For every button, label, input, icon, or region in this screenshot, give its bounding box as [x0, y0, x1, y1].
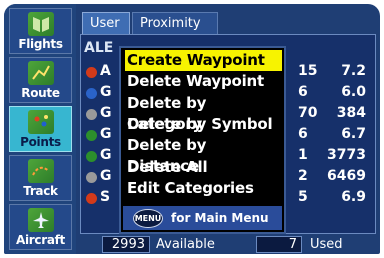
waypoint-symbol-icon: [86, 88, 97, 99]
waypoint-distance: 2: [298, 168, 308, 184]
waypoint-distance: 70: [298, 105, 318, 121]
menu-item[interactable]: Delete Waypoint: [125, 71, 282, 92]
waypoint-name: A: [100, 63, 111, 79]
waypoint-symbol-icon: [86, 151, 97, 162]
menu-item[interactable]: Edit Categories: [125, 178, 282, 199]
waypoint-value: 384: [336, 105, 366, 121]
route-map-icon: [28, 61, 54, 85]
sidebar-item-label: Flights: [18, 37, 63, 51]
sidebar-item-label: Track: [23, 184, 58, 198]
waypoint-distance: 5: [298, 189, 308, 205]
waypoint-name: G: [100, 105, 112, 121]
waypoint-value: 6.7: [341, 126, 366, 142]
sidebar-item-label: Aircraft: [15, 233, 65, 247]
sidebar-item-aircraft[interactable]: Aircraft: [9, 204, 72, 250]
sidebar-item-points[interactable]: Points: [9, 106, 72, 152]
menu-item[interactable]: Delete by Distance: [125, 135, 282, 175]
waypoint-symbol-icon: [86, 67, 97, 78]
waypoint-value: 6469: [327, 168, 366, 184]
used-count: 7: [256, 236, 302, 253]
footer-bar: 2993 Available 7 Used: [80, 234, 376, 254]
menu-hint-label: for Main Menu: [171, 211, 269, 225]
waypoint-name: G: [100, 126, 112, 142]
waypoint-name: G: [100, 168, 112, 184]
waypoint-name: G: [100, 84, 112, 100]
available-label: Available: [156, 237, 215, 252]
waypoint-value: 7.2: [341, 63, 366, 79]
waypoint-value: 6.0: [341, 84, 366, 100]
search-text[interactable]: ALE: [84, 38, 113, 58]
options-menu: Create Waypoint Delete Waypoint Delete by …: [119, 46, 286, 234]
tab-user[interactable]: User: [82, 12, 130, 34]
waypoint-value: 6.9: [341, 189, 366, 205]
sidebar-item-track[interactable]: Track: [9, 155, 72, 201]
gps-screen: Flights Route Points Track Aircraft User…: [4, 4, 380, 254]
waypoint-symbol-icon: [86, 193, 97, 204]
waypoint-symbol-icon: [86, 109, 97, 120]
flights-book-icon: [28, 12, 54, 36]
menu-item[interactable]: Delete by Symbol: [125, 114, 282, 135]
points-map-icon: [28, 110, 54, 134]
tab-proximity[interactable]: Proximity: [132, 12, 218, 34]
used-label: Used: [310, 237, 343, 252]
waypoint-distance: 15: [298, 63, 318, 79]
sidebar-item-label: Points: [20, 135, 61, 149]
menu-item[interactable]: Create Waypoint: [125, 50, 282, 71]
sidebar-item-flights[interactable]: Flights: [9, 8, 72, 54]
waypoint-name: G: [100, 147, 112, 163]
sidebar-item-label: Route: [21, 86, 60, 100]
track-icon: [28, 159, 54, 183]
menu-item[interactable]: Delete by Category: [125, 93, 282, 133]
waypoint-distance: 6: [298, 84, 308, 100]
waypoint-distance: 1: [298, 147, 308, 163]
menu-item[interactable]: Delete All: [125, 157, 282, 178]
waypoint-name: S: [100, 189, 111, 205]
available-count: 2993: [102, 236, 150, 253]
aircraft-icon: [28, 208, 54, 232]
waypoint-symbol-icon: [86, 172, 97, 183]
waypoint-value: 3773: [327, 147, 366, 163]
sidebar-item-route[interactable]: Route: [9, 57, 72, 103]
sidebar: Flights Route Points Track Aircraft: [4, 4, 76, 254]
waypoint-symbol-icon: [86, 130, 97, 141]
menu-button-icon: MENU: [133, 209, 163, 228]
menu-hint: MENU for Main Menu: [123, 206, 282, 230]
waypoint-distance: 6: [298, 126, 308, 142]
